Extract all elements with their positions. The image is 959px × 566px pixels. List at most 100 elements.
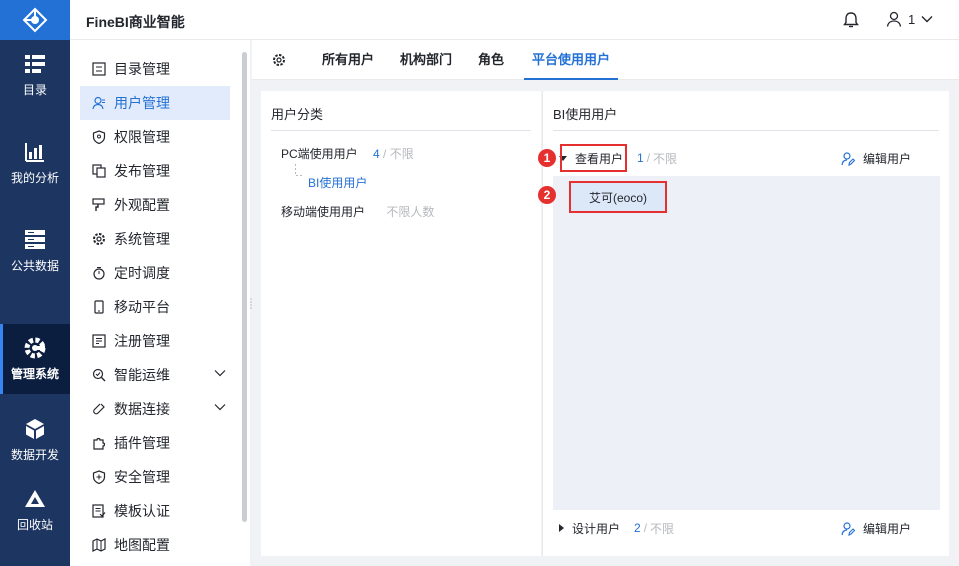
menu-item-catalog-mgmt[interactable]: 目录管理 [80,52,230,86]
step-badge: 2 [538,186,556,204]
section-limit: 不限 [650,521,675,536]
left-nav: 目录 我的分析 公共数据 管理系统 数据开发 回收站 [0,0,70,566]
divider [271,130,531,131]
user-chip-label: 艾可(eoco) [588,190,647,205]
category-limit: 不限人数 [386,205,435,219]
menu-item-appearance[interactable]: 外观配置 [80,188,230,222]
nav-item-analysis[interactable]: 我的分析 [0,128,70,198]
divider [553,130,939,131]
data-dev-icon [24,418,46,440]
nav-label: 目录 [22,82,47,97]
public-data-icon [24,229,46,251]
link-icon [92,402,106,416]
nav-item-catalog[interactable]: 目录 [0,40,70,110]
user-icon [92,96,106,110]
menu-item-publish[interactable]: 发布管理 [80,154,230,188]
tree-connector [295,164,303,176]
nav-label: 回收站 [16,517,53,532]
menu-item-label: 系统管理 [114,231,170,247]
menu-item-label: 数据连接 [114,401,170,417]
logo-icon [22,7,48,33]
bell-icon[interactable] [842,11,860,29]
user-chip[interactable]: 艾可(eoco) [569,181,667,213]
menu-item-template-auth[interactable]: 模板认证 [80,494,230,528]
nav-label: 我的分析 [10,170,59,185]
menu-item-map[interactable]: 地图配置 [80,528,230,562]
menu-item-security[interactable]: 安全管理 [80,460,230,494]
category-bi-users[interactable]: BI使用用户 [308,174,367,191]
recycle-icon [24,488,46,510]
menu-item-label: 安全管理 [114,469,170,485]
section-count: 1 [637,151,644,165]
nav-label: 公共数据 [10,258,59,273]
menu-item-plugin[interactable]: 插件管理 [80,426,230,460]
menu-item-ops[interactable]: 智能运维 [80,358,230,392]
nav-label: 数据开发 [10,447,59,462]
mobile-icon [92,300,106,314]
user-edit-icon [841,521,855,536]
tab-all-users[interactable]: 所有用户 [322,40,374,80]
management-icon [24,337,46,359]
category-label: 移动端使用用户 [281,205,366,219]
category-pc-users[interactable]: PC端使用用户 4 / 不限 [281,145,414,162]
edit-label: 编辑用户 [863,152,912,166]
category-label: PC端使用用户 [281,147,358,161]
caret-right-icon[interactable] [559,524,564,532]
map-icon [92,538,106,552]
user-name: 1 [908,11,916,27]
chevron-down-icon [921,16,933,23]
menu-item-system[interactable]: 系统管理 [80,222,230,256]
top-header: FineBI商业智能 1 [70,0,959,40]
puzzle-icon [92,436,106,450]
menu-item-label: 智能运维 [114,367,170,383]
menu-item-user-mgmt[interactable]: 用户管理 [80,86,230,120]
menu-item-label: 地图配置 [114,537,170,553]
user-category-panel: 用户分类 PC端使用用户 4 / 不限 BI使用用户 移动端使用用户 不限人数 [261,91,541,556]
menu-item-label: 定时调度 [114,265,170,281]
highlight-box [560,144,627,172]
menu-item-label: 用户管理 [114,95,170,111]
menu-item-register[interactable]: 注册管理 [80,324,230,358]
edit-view-users-button[interactable]: 编辑用户 [841,150,911,167]
chevron-down-icon[interactable] [214,369,226,377]
category-mobile-users[interactable]: 移动端使用用户 不限人数 [281,203,434,220]
tab-platform-users[interactable]: 平台使用用户 [523,40,619,80]
step-badge: 1 [538,149,556,167]
menu-item-permission[interactable]: 权限管理 [80,120,230,154]
category-label: BI使用用户 [308,176,368,190]
app-title: FineBI商业智能 [86,14,185,30]
edit-design-users-button[interactable]: 编辑用户 [841,520,911,537]
submenu-scrollbar[interactable] [242,52,247,522]
ops-icon [92,368,106,382]
tab-departments[interactable]: 机构部门 [400,40,452,80]
user-menu[interactable]: 1 [886,11,933,27]
chevron-down-icon[interactable] [214,403,226,411]
copy-icon [92,164,106,178]
menu-item-label: 发布管理 [114,163,170,179]
nav-item-public-data[interactable]: 公共数据 [0,216,70,286]
category-limit: 不限 [389,147,414,161]
menu-item-label: 目录管理 [114,61,170,77]
template-icon [92,504,106,518]
app-logo[interactable] [0,0,70,40]
gear-icon [92,232,106,246]
user-edit-icon [841,151,855,166]
nav-label: 管理系统 [10,366,59,381]
section-label: 设计用户 [572,521,621,536]
edit-label: 编辑用户 [863,522,912,536]
gear-icon[interactable] [272,53,286,70]
menu-item-label: 外观配置 [114,197,170,213]
main-content: 所有用户 机构部门 角色 平台使用用户 用户分类 PC端使用用户 4 / 不限 … [252,40,959,566]
menu-item-schedule[interactable]: 定时调度 [80,256,230,290]
nav-item-recycle[interactable]: 回收站 [0,475,70,545]
shield-icon [92,130,106,144]
menu-item-mobile[interactable]: 移动平台 [80,290,230,324]
menu-item-data-connect[interactable]: 数据连接 [80,392,230,426]
tab-roles[interactable]: 角色 [478,40,504,80]
section-count: 2 [634,521,641,535]
nav-item-management[interactable]: 管理系统 [0,324,70,394]
bi-users-panel: BI使用用户 查看用户 1 / 不限 1 编辑用户 艾可(eoco) 2 设计用… [538,91,949,556]
nav-item-data-dev[interactable]: 数据开发 [0,405,70,475]
menu-item-label: 权限管理 [114,129,170,145]
section-limit: 不限 [653,151,678,166]
